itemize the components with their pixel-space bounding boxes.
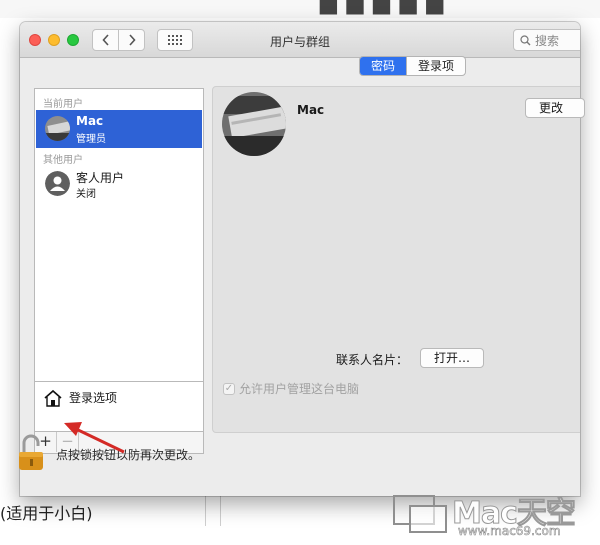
background-page-top: ▇ ▇ ▇ ▇ ▇	[0, 0, 600, 18]
user-list: 当前用户 Mac 管理员 其他用户 客人用户 关闭 登录选项	[34, 88, 204, 432]
allow-admin-row: ✓ 允许用户管理这台电脑	[223, 380, 359, 397]
house-icon	[44, 389, 62, 407]
search-icon	[520, 34, 531, 45]
account-avatar[interactable]	[222, 92, 286, 156]
change-password-button[interactable]: 更改	[525, 98, 585, 118]
user-name: 客人用户	[76, 171, 125, 185]
monitor-icon	[393, 495, 447, 533]
watermark-url: www.mac69.com	[458, 524, 561, 539]
account-name: Mac	[297, 103, 325, 117]
open-contact-card-button[interactable]: 打开…	[420, 348, 484, 368]
contact-card-label: 联系人名片：	[336, 353, 409, 367]
search-placeholder: 搜索	[535, 33, 560, 48]
allow-admin-label: 允许用户管理这台电脑	[239, 382, 360, 396]
tab-login-items[interactable]: 登录项	[406, 57, 465, 75]
title-bar: 用户与群组 搜索	[20, 22, 580, 58]
user-name: Mac	[76, 114, 104, 128]
unlocked-padlock-icon[interactable]	[17, 432, 47, 472]
watermark: Mac天空 www.mac69.com	[388, 488, 600, 545]
user-status: 关闭	[76, 189, 96, 200]
user-avatar	[45, 116, 70, 141]
other-users-label: 其他用户	[43, 155, 83, 166]
current-users-label: 当前用户	[43, 99, 83, 110]
search-field[interactable]: 搜索	[513, 29, 580, 51]
tab-password[interactable]: 密码	[360, 57, 407, 75]
user-role: 管理员	[76, 134, 106, 145]
login-options-item[interactable]: 登录选项	[35, 381, 203, 413]
window-title: 用户与群组	[269, 35, 330, 49]
user-item-mac[interactable]: Mac 管理员	[36, 110, 202, 148]
detail-tabs: 密码 登录项	[359, 56, 467, 76]
login-options-label: 登录选项	[69, 391, 118, 405]
allow-admin-checkbox[interactable]: ✓	[223, 382, 235, 395]
guest-avatar-icon	[45, 171, 70, 196]
background-text: (适用于小白)	[0, 504, 93, 523]
user-item-guest[interactable]: 客人用户 关闭	[36, 165, 202, 203]
annotation-arrow-icon	[64, 422, 125, 454]
